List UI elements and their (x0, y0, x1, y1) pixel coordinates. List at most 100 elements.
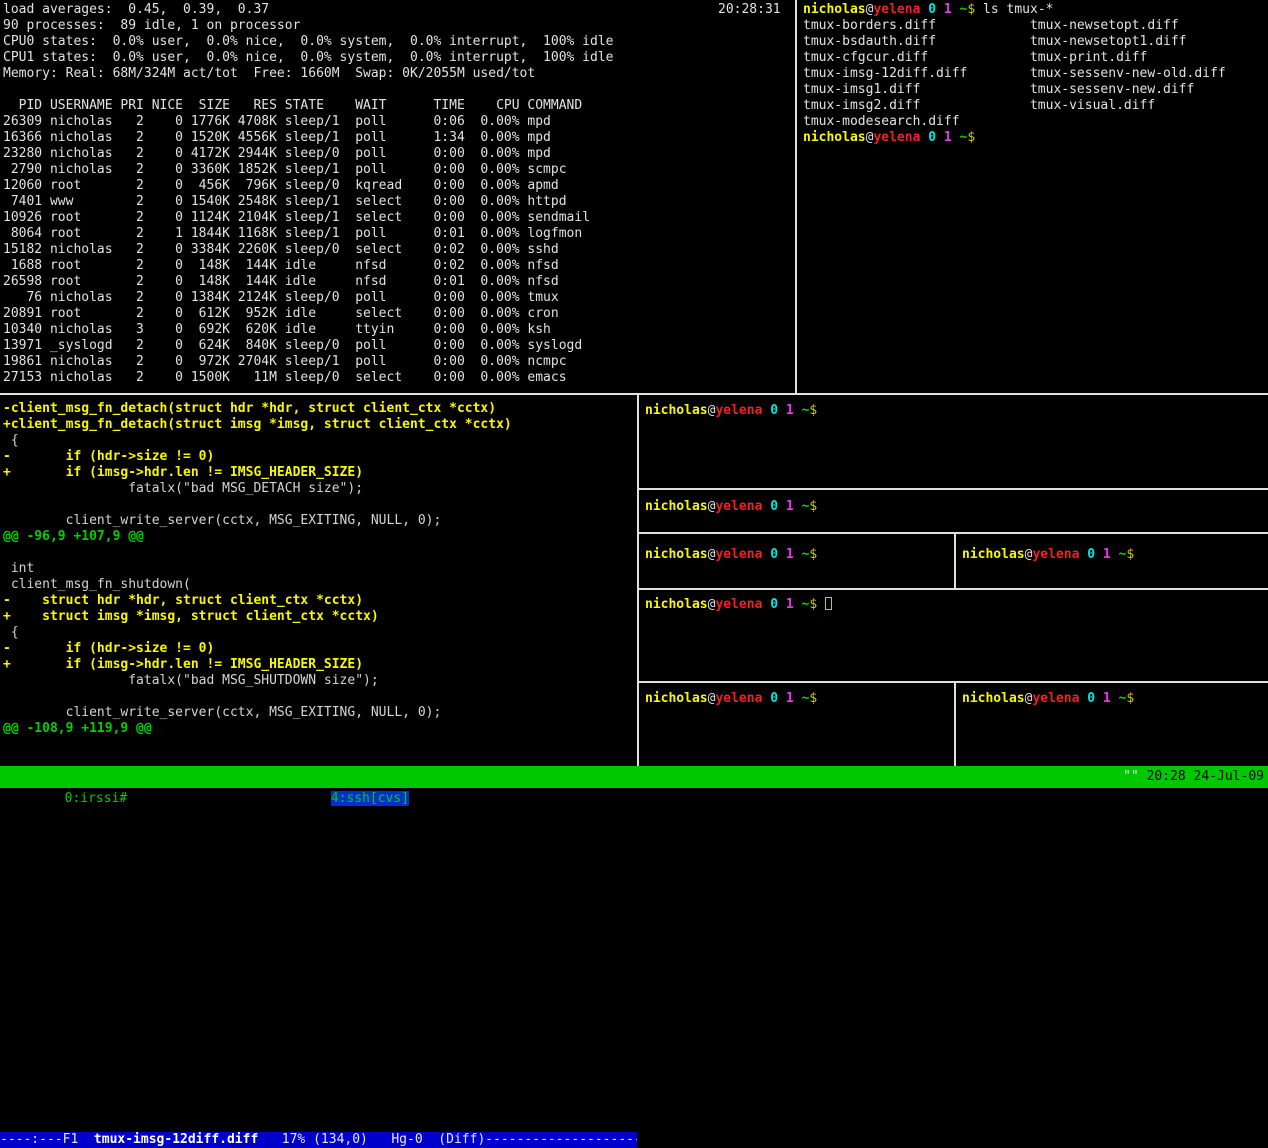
diff-context-line: fatalx("bad MSG_SHUTDOWN size"); (3, 673, 512, 689)
diff-blank-line (3, 497, 512, 513)
shell-prompt: nicholas@yelena 0 1 ~$ (645, 597, 817, 612)
prompt-jobnum: 1 (778, 547, 794, 562)
window-tabs-5-to-7[interactable]: 5:ksh 6:ksh 7:ksh (409, 791, 589, 806)
prompt-jobnum: 1 (936, 2, 952, 17)
prompt-host: yelena (873, 2, 920, 17)
window-tab-4-ssh-cvs[interactable]: 4:ssh[cvs] (331, 791, 409, 806)
prompt-host: yelena (715, 691, 762, 706)
terminal-cursor (825, 597, 832, 610)
shell-pane-c[interactable]: nicholas@yelena 0 1 ~$ (639, 534, 954, 588)
typed-command: ls tmux-* (975, 2, 1053, 17)
emacs-buffer: -client_msg_fn_detach(struct hdr *hdr, s… (3, 401, 512, 737)
prompt-host: yelena (715, 499, 762, 514)
prompt-histnum: 0 (1079, 691, 1095, 706)
emacs-diff-pane[interactable]: -client_msg_fn_detach(struct hdr *hdr, s… (0, 395, 637, 766)
diff-context-line: client_write_server(cctx, MSG_EXITING, N… (3, 705, 512, 721)
shell-prompt: nicholas@yelena 0 1 ~$ (645, 691, 817, 706)
shell-prompt-line: nicholas@yelena 0 1 ~$ (803, 130, 975, 146)
status-right: "" 20:28 24-Jul-09 (1123, 766, 1264, 788)
shell-prompt: nicholas@yelena 0 1 ~$ (962, 691, 1134, 706)
diff-context-line: client_msg_fn_shutdown( (3, 577, 512, 593)
prompt-jobnum: 1 (778, 597, 794, 612)
window-tabs-1-to-3[interactable]: 1:todo 2:ncmpc- 3:mutt (127, 791, 331, 806)
prompt-host: yelena (715, 403, 762, 418)
diff-context-line: int (3, 561, 512, 577)
tmux-status-bar: [0] 0:irssi# 1:todo 2:ncmpc- 3:mutt 4:ss… (0, 766, 1268, 788)
shell-pane-b[interactable]: nicholas@yelena 0 1 ~$ (639, 490, 1268, 532)
prompt-user: nicholas (645, 597, 708, 612)
shell-prompt: nicholas@yelena 0 1 ~$ (645, 547, 817, 562)
prompt-histnum: 0 (762, 691, 778, 706)
process-table-rows: 26309 nicholas 2 0 1776K 4708K sleep/1 p… (3, 114, 590, 386)
shell-pane-f[interactable]: nicholas@yelena 0 1 ~$ (639, 683, 954, 766)
prompt-dollar: $ (809, 597, 817, 612)
session-name: [0] (33, 791, 64, 806)
diff-added-line: + if (imsg->hdr.len != IMSG_HEADER_SIZE) (3, 465, 512, 481)
pane-border-bottom-vertical (637, 395, 639, 766)
prompt-histnum: 0 (762, 403, 778, 418)
shell-prompt: nicholas@yelena 0 1 ~$ (645, 403, 817, 418)
diff-context-line: client_write_server(cctx, MSG_EXITING, N… (3, 513, 512, 529)
prompt-path: ~ (952, 2, 968, 17)
shell-prompt: nicholas@yelena 0 1 ~$ (803, 130, 975, 145)
top-process-monitor-pane[interactable]: load averages: 0.45, 0.39, 0.37 90 proce… (0, 0, 795, 393)
ls-output: tmux-borders.diff tmux-newsetopt.diff tm… (803, 18, 1226, 130)
tmux-screen: load averages: 0.45, 0.39, 0.37 90 proce… (0, 0, 1268, 788)
prompt-host: yelena (873, 130, 920, 145)
prompt-host: yelena (715, 547, 762, 562)
prompt-jobnum: 1 (1095, 547, 1111, 562)
prompt-host: yelena (1032, 691, 1079, 706)
prompt-jobnum: 1 (778, 499, 794, 514)
prompt-histnum: 0 (1079, 547, 1095, 562)
prompt-jobnum: 1 (936, 130, 952, 145)
prompt-path: ~ (794, 403, 810, 418)
shell-pane-a[interactable]: nicholas@yelena 0 1 ~$ (639, 395, 1268, 488)
prompt-dollar: $ (809, 547, 817, 562)
top-summary: load averages: 0.45, 0.39, 0.37 90 proce… (3, 2, 613, 82)
diff-blank-line (3, 545, 512, 561)
window-tabs-9-to-11[interactable]: 9:ksh 10:ksh 11:ksh (636, 791, 808, 806)
process-table-header: PID USERNAME PRI NICE SIZE RES STATE WAI… (3, 98, 582, 114)
window-tab-8-current[interactable]: 8:ksh* (589, 791, 636, 806)
pane-border-right-h1 (639, 488, 1268, 490)
prompt-user: nicholas (645, 547, 708, 562)
diff-context-line: fatalx("bad MSG_DETACH size"); (3, 481, 512, 497)
prompt-host: yelena (1032, 547, 1079, 562)
prompt-user: nicholas (645, 691, 708, 706)
shell-pane-e[interactable]: nicholas@yelena 0 1 ~$ (639, 590, 1268, 681)
prompt-dollar: $ (1126, 691, 1134, 706)
shell-pane-ls[interactable]: nicholas@yelena 0 1 ~$ ls tmux-* tmux-bo… (798, 0, 1268, 393)
modeline-prefix: ----:---F1 (0, 1132, 94, 1147)
prompt-user: nicholas (803, 2, 866, 17)
modeline-filename: tmux-imsg-12diff.diff (94, 1132, 258, 1147)
prompt-path: ~ (794, 597, 810, 612)
prompt-histnum: 0 (762, 547, 778, 562)
emacs-modeline: ----:---F1 tmux-imsg-12diff.diff 17% (13… (0, 1132, 637, 1148)
prompt-dollar: $ (809, 403, 817, 418)
prompt-path: ~ (794, 499, 810, 514)
prompt-histnum: 0 (920, 2, 936, 17)
diff-context-line: { (3, 625, 512, 641)
shell-prompt: nicholas@yelena 0 1 ~$ (803, 2, 975, 17)
prompt-jobnum: 1 (778, 691, 794, 706)
prompt-histnum: 0 (762, 597, 778, 612)
modeline-fill: -------------------- (485, 1132, 637, 1147)
prompt-host: yelena (715, 597, 762, 612)
prompt-user: nicholas (962, 691, 1025, 706)
pane-border-fg-vertical (954, 683, 956, 766)
prompt-path: ~ (1111, 547, 1127, 562)
diff-removed-line: - if (hdr->size != 0) (3, 449, 512, 465)
diff-added-line: +client_msg_fn_detach(struct imsg *imsg,… (3, 417, 512, 433)
modeline-info: 17% (134,0) Hg-0 (Diff) (258, 1132, 485, 1147)
prompt-dollar: $ (809, 499, 817, 514)
diff-context-line: { (3, 433, 512, 449)
prompt-histnum: 0 (920, 130, 936, 145)
prompt-path: ~ (952, 130, 968, 145)
window-tab-0-irssi[interactable]: 0:irssi# (65, 791, 128, 806)
shell-pane-g[interactable]: nicholas@yelena 0 1 ~$ (956, 683, 1268, 766)
prompt-user: nicholas (645, 403, 708, 418)
diff-removed-line: -client_msg_fn_detach(struct hdr *hdr, s… (3, 401, 512, 417)
status-clock-date: 20:28 24-Jul-09 (1147, 769, 1264, 784)
pane-border-top-vertical (795, 0, 797, 393)
shell-pane-d[interactable]: nicholas@yelena 0 1 ~$ (956, 534, 1268, 588)
